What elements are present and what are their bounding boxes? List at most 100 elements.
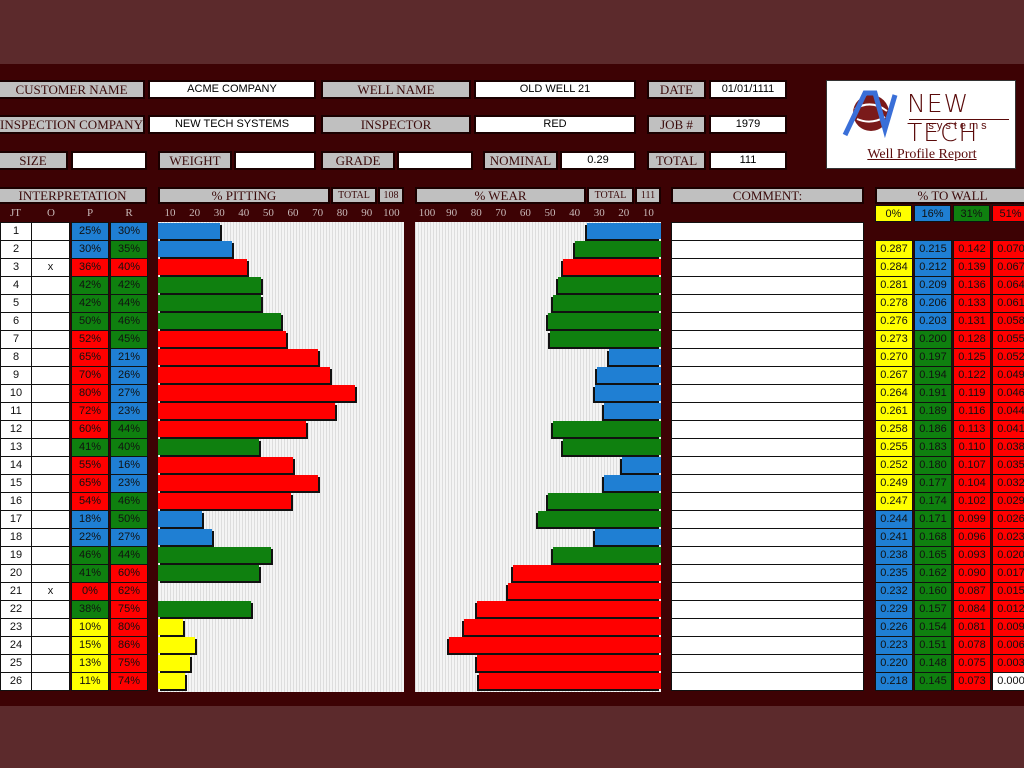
to-wall-cell: 0.081 (953, 618, 991, 637)
o-cell[interactable] (31, 564, 70, 583)
date-field[interactable]: 01/01/1111 (709, 80, 787, 99)
comment-cell[interactable] (671, 654, 864, 673)
to-wall-cell: 0.247 (875, 492, 913, 511)
o-cell[interactable] (31, 636, 70, 655)
o-cell[interactable] (31, 618, 70, 637)
comment-cell[interactable] (671, 672, 864, 691)
o-cell[interactable]: x (31, 258, 70, 277)
col-o: O (47, 207, 55, 219)
pitting-pct-cell: 18% (71, 510, 109, 529)
wear-tick-label: 50 (544, 207, 556, 219)
to-wall-cell: 0.020 (992, 546, 1024, 565)
o-cell[interactable] (31, 222, 70, 241)
o-cell[interactable] (31, 654, 70, 673)
comment-cell[interactable] (671, 438, 864, 457)
jt-cell: 25 (0, 654, 32, 673)
o-cell[interactable] (31, 474, 70, 493)
job-field[interactable]: 1979 (709, 115, 787, 134)
comment-cell[interactable] (671, 600, 864, 619)
o-cell[interactable] (31, 420, 70, 439)
to-wall-header: % TO WALL (875, 187, 1024, 204)
to-wall-cell: 0.278 (875, 294, 913, 313)
inspection-company-label: INSPECTION COMPANY (0, 115, 145, 134)
o-cell[interactable] (31, 366, 70, 385)
wear-tick-label: 30 (593, 207, 605, 219)
o-cell[interactable] (31, 600, 70, 619)
comment-cell[interactable] (671, 240, 864, 259)
customer-name-field[interactable]: ACME COMPANY (148, 80, 316, 99)
comment-cell[interactable] (671, 330, 864, 349)
o-cell[interactable] (31, 330, 70, 349)
to-wall-legend-31pct: 31% (953, 205, 990, 222)
comment-cell[interactable] (671, 420, 864, 439)
jt-cell: 3 (0, 258, 32, 277)
o-cell[interactable] (31, 528, 70, 547)
comment-cell[interactable] (671, 564, 864, 583)
total-field[interactable]: 111 (709, 151, 787, 170)
comment-cell[interactable] (671, 492, 864, 511)
o-cell[interactable] (31, 312, 70, 331)
well-name-field[interactable]: OLD WELL 21 (474, 80, 636, 99)
o-cell[interactable] (31, 384, 70, 403)
to-wall-cell: 0.212 (914, 258, 952, 277)
pitting-pct-cell: 52% (71, 330, 109, 349)
to-wall-cell: 0.116 (953, 402, 991, 421)
to-wall-cell: 0.194 (914, 366, 952, 385)
o-cell[interactable] (31, 240, 70, 259)
comment-cell[interactable] (671, 348, 864, 367)
interpretation-header: INTERPRETATION (0, 187, 147, 204)
comment-cell[interactable] (671, 636, 864, 655)
o-cell[interactable] (31, 456, 70, 475)
o-cell[interactable] (31, 546, 70, 565)
wear-pct-cell: 44% (110, 546, 148, 565)
o-cell[interactable] (31, 492, 70, 511)
pitting-bar (158, 313, 281, 329)
o-cell[interactable] (31, 672, 70, 691)
pitting-bar (158, 241, 232, 257)
to-wall-cell: 0.171 (914, 510, 952, 529)
comment-cell[interactable] (671, 618, 864, 637)
o-cell[interactable]: x (31, 582, 70, 601)
wear-pct-cell: 27% (110, 384, 148, 403)
comment-cell[interactable] (671, 312, 864, 331)
comment-cell[interactable] (671, 384, 864, 403)
comment-cell[interactable] (671, 366, 864, 385)
nominal-field[interactable]: 0.29 (560, 151, 636, 170)
pitting-pct-cell: 42% (71, 276, 109, 295)
o-cell[interactable] (31, 402, 70, 421)
o-cell[interactable] (31, 438, 70, 457)
jt-cell: 4 (0, 276, 32, 295)
comment-cell[interactable] (671, 474, 864, 493)
comment-cell[interactable] (671, 456, 864, 475)
comment-cell[interactable] (671, 402, 864, 421)
o-cell[interactable] (31, 276, 70, 295)
to-wall-cell: 0.252 (875, 456, 913, 475)
pitting-tick-label: 60 (287, 207, 299, 219)
inspector-field[interactable]: RED (474, 115, 636, 134)
comment-cell[interactable] (671, 258, 864, 277)
weight-field[interactable] (234, 151, 316, 170)
o-cell[interactable] (31, 294, 70, 313)
pitting-bar (158, 259, 247, 275)
comment-cell[interactable] (671, 528, 864, 547)
o-cell[interactable] (31, 348, 70, 367)
grade-field[interactable] (397, 151, 473, 170)
pitting-pct-cell: 80% (71, 384, 109, 403)
to-wall-cell: 0.142 (953, 240, 991, 259)
wear-total-label: TOTAL (587, 187, 634, 204)
to-wall-cell: 0.273 (875, 330, 913, 349)
inspection-company-field[interactable]: NEW TECH SYSTEMS (148, 115, 316, 134)
comment-cell[interactable] (671, 276, 864, 295)
o-cell[interactable] (31, 510, 70, 529)
comment-cell[interactable] (671, 510, 864, 529)
pitting-pct-cell: 65% (71, 474, 109, 493)
comment-cell[interactable] (671, 546, 864, 565)
wear-bar (478, 673, 661, 689)
to-wall-cell: 0.229 (875, 600, 913, 619)
to-wall-cell: 0.075 (953, 654, 991, 673)
pitting-bar (158, 439, 259, 455)
comment-cell[interactable] (671, 222, 864, 241)
comment-cell[interactable] (671, 294, 864, 313)
size-field[interactable] (71, 151, 147, 170)
comment-cell[interactable] (671, 582, 864, 601)
